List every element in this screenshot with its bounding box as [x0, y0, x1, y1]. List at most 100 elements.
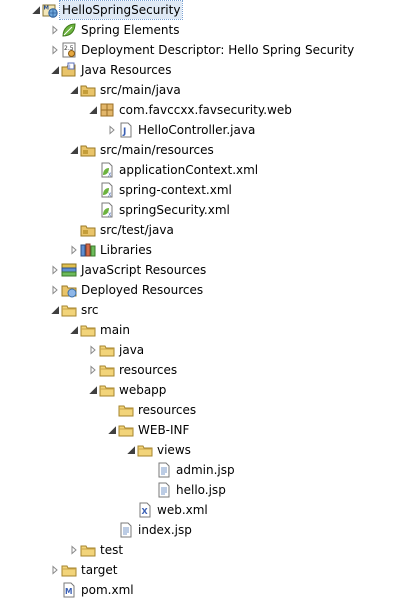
source-folder-icon: [80, 82, 96, 98]
tree-row[interactable]: index.jsp: [0, 520, 408, 540]
tree-row[interactable]: test: [0, 540, 408, 560]
expand-arrow-icon[interactable]: [87, 103, 99, 117]
tree-row[interactable]: Deployed Resources: [0, 280, 408, 300]
tree-item-label: spring-context.xml: [119, 183, 232, 197]
web-project-icon: M: [42, 2, 58, 18]
javascript-resources-icon: [61, 262, 77, 278]
source-folder-icon: [80, 142, 96, 158]
java-file-icon: J: [118, 122, 134, 138]
folder-icon: [118, 402, 134, 418]
tree-row[interactable]: views: [0, 440, 408, 460]
expand-arrow-icon[interactable]: [106, 423, 118, 437]
tree-item-label: springSecurity.xml: [119, 203, 230, 217]
tree-row[interactable]: resources: [0, 360, 408, 380]
collapse-arrow-icon[interactable]: [87, 343, 99, 357]
tree-row[interactable]: Libraries: [0, 240, 408, 260]
tree-item-label: admin.jsp: [176, 463, 235, 477]
tree-row[interactable]: J Java Resources: [0, 60, 408, 80]
tree-row[interactable]: Xweb.xml: [0, 500, 408, 520]
collapse-arrow-icon[interactable]: [106, 123, 118, 137]
tree-item-label: test: [100, 543, 124, 557]
tree-row[interactable]: hello.jsp: [0, 480, 408, 500]
tree-row[interactable]: src: [0, 300, 408, 320]
tree-item-label: Java Resources: [81, 63, 172, 77]
folder-icon: [118, 422, 134, 438]
tree-item-label: WEB-INF: [138, 423, 190, 437]
tree-item-label: index.jsp: [138, 523, 192, 537]
deployment-descriptor-icon: 2.5: [61, 42, 77, 58]
collapse-arrow-icon[interactable]: [68, 543, 80, 557]
tree-row[interactable]: main: [0, 320, 408, 340]
expand-arrow-icon[interactable]: [49, 63, 61, 77]
spring-leaf-icon: [61, 22, 77, 38]
svg-text:X: X: [142, 507, 149, 516]
tree-row[interactable]: JavaScript Resources: [0, 260, 408, 280]
source-folder-icon: [80, 222, 96, 238]
expand-arrow-icon[interactable]: [87, 383, 99, 397]
expand-arrow-icon[interactable]: [68, 323, 80, 337]
project-explorer-tree: M HelloSpringSecurity Spring Elements 2.5 De…: [0, 0, 408, 600]
folder-icon: [80, 542, 96, 558]
tree-row[interactable]: Mpom.xml: [0, 580, 408, 600]
expand-arrow-icon[interactable]: [125, 443, 137, 457]
tree-item-label: src/test/java: [100, 223, 174, 237]
spring-xml-icon: X: [99, 162, 115, 178]
tree-item-label: web.xml: [157, 503, 208, 517]
tree-row[interactable]: target: [0, 560, 408, 580]
tree-row[interactable]: resources: [0, 400, 408, 420]
tree-row[interactable]: src/main/java: [0, 80, 408, 100]
svg-text:J: J: [68, 65, 71, 71]
tree-row[interactable]: M HelloSpringSecurity: [0, 0, 408, 20]
tree-row[interactable]: J HelloController.java: [0, 120, 408, 140]
tree-item-label: applicationContext.xml: [119, 163, 259, 177]
svg-text:J: J: [122, 127, 126, 137]
collapse-arrow-icon[interactable]: [49, 563, 61, 577]
folder-icon: [99, 362, 115, 378]
tree-row[interactable]: src/test/java: [0, 220, 408, 240]
collapse-arrow-icon[interactable]: [49, 263, 61, 277]
tree-item-label: src/main/resources: [100, 143, 214, 157]
svg-text:X: X: [108, 213, 112, 219]
tree-row[interactable]: admin.jsp: [0, 460, 408, 480]
tree-row[interactable]: XspringSecurity.xml: [0, 200, 408, 220]
tree-row[interactable]: 2.5 Deployment Descriptor: Hello Spring S…: [0, 40, 408, 60]
svg-text:X: X: [108, 173, 112, 179]
tree-item-label: Spring Elements: [81, 23, 180, 37]
svg-text:M: M: [44, 6, 49, 12]
jsp-file-icon: [118, 522, 134, 538]
xml-file-icon: X: [137, 502, 153, 518]
collapse-arrow-icon[interactable]: [87, 363, 99, 377]
tree-row[interactable]: XapplicationContext.xml: [0, 160, 408, 180]
collapse-arrow-icon[interactable]: [49, 23, 61, 37]
spring-xml-icon: X: [99, 182, 115, 198]
jsp-file-icon: [156, 462, 172, 478]
expand-arrow-icon[interactable]: [30, 3, 42, 17]
deployed-resources-icon: [61, 282, 77, 298]
tree-row[interactable]: com.favccxx.favsecurity.web: [0, 100, 408, 120]
jsp-file-icon: [156, 482, 172, 498]
tree-row[interactable]: Xspring-context.xml: [0, 180, 408, 200]
tree-item-label: pom.xml: [81, 583, 134, 597]
folder-icon: [99, 382, 115, 398]
folder-icon: [80, 322, 96, 338]
tree-row[interactable]: java: [0, 340, 408, 360]
tree-item-label: Deployment Descriptor: Hello Spring Secu…: [81, 43, 355, 57]
expand-arrow-icon[interactable]: [68, 143, 80, 157]
expand-arrow-icon[interactable]: [68, 83, 80, 97]
expand-arrow-icon[interactable]: [49, 303, 61, 317]
collapse-arrow-icon[interactable]: [68, 243, 80, 257]
tree-row[interactable]: WEB-INF: [0, 420, 408, 440]
tree-item-label: JavaScript Resources: [81, 263, 207, 277]
collapse-arrow-icon[interactable]: [49, 283, 61, 297]
tree-row[interactable]: webapp: [0, 380, 408, 400]
tree-item-label: views: [157, 443, 191, 457]
spring-xml-icon: X: [99, 202, 115, 218]
collapse-arrow-icon[interactable]: [49, 43, 61, 57]
tree-item-label: com.favccxx.favsecurity.web: [119, 103, 292, 117]
tree-item-label: main: [100, 323, 130, 337]
tree-item-label: HelloController.java: [138, 123, 256, 137]
tree-row[interactable]: src/main/resources: [0, 140, 408, 160]
tree-row[interactable]: Spring Elements: [0, 20, 408, 40]
package-icon: [99, 102, 115, 118]
svg-text:M: M: [65, 587, 72, 596]
